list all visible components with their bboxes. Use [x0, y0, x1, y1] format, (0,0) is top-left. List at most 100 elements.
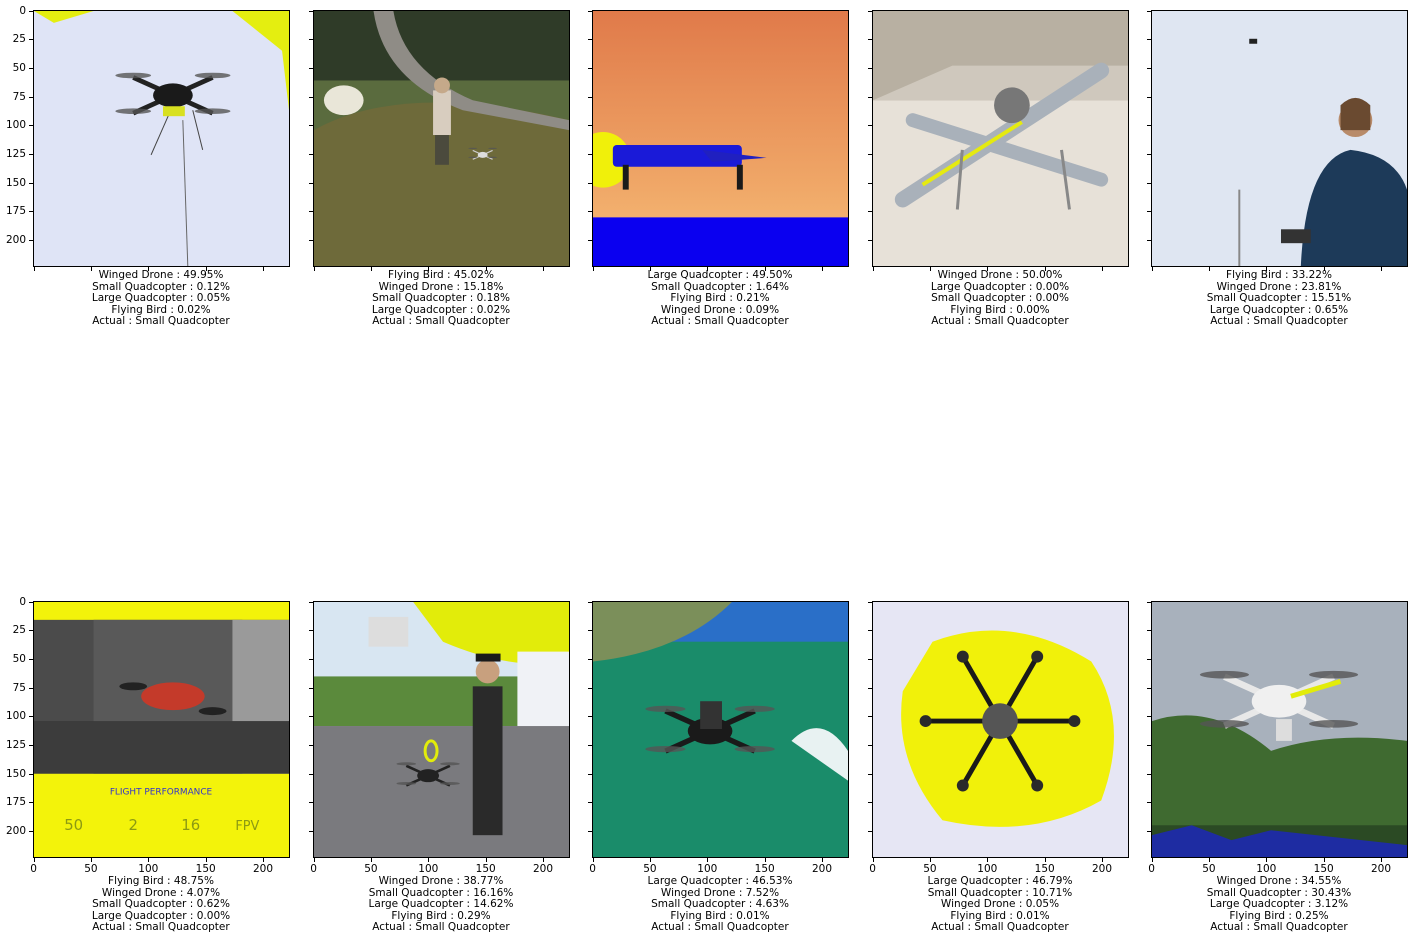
- y-tick: [309, 182, 313, 184]
- classified-image: FLIGHT PERFORMANCE 50 2 16 FPV: [33, 601, 290, 858]
- x-tick-label: 0: [1148, 863, 1155, 875]
- y-tick: [868, 153, 872, 155]
- y-tick-label: 200: [5, 825, 26, 838]
- x-tick: [1381, 858, 1383, 862]
- overlay-heading: FLIGHT PERFORMANCE: [110, 787, 213, 797]
- y-tick: [868, 125, 872, 127]
- y-tick: [309, 744, 313, 746]
- classified-image: [1151, 10, 1408, 267]
- x-tick-label: 150: [475, 863, 496, 875]
- y-tick-label: 125: [5, 738, 26, 751]
- y-tick: [868, 716, 872, 718]
- x-tick: [1102, 858, 1104, 862]
- drone-photo: [593, 602, 848, 857]
- y-tick: [1147, 67, 1151, 69]
- x-tick-label: 200: [1371, 863, 1392, 875]
- x-tick-label: 100: [1256, 863, 1277, 875]
- y-tick: [309, 773, 313, 775]
- prediction-caption: Large Quadcopter : 46.53% Winged Drone : …: [592, 875, 848, 934]
- prediction-caption: Flying Bird : 45.02% Winged Drone : 15.18…: [313, 269, 569, 328]
- x-tick-label: 100: [697, 863, 718, 875]
- y-tick: [868, 601, 872, 603]
- y-tick: [588, 39, 592, 41]
- y-tick: [29, 211, 33, 213]
- x-tick-label: 100: [977, 863, 998, 875]
- y-tick: [588, 744, 592, 746]
- y-tick: [309, 153, 313, 155]
- y-tick: [1147, 10, 1151, 12]
- y-tick: [1147, 125, 1151, 127]
- y-tick-label: 150: [5, 176, 26, 189]
- x-tick-label: 0: [869, 863, 876, 875]
- x-tick-label: 50: [84, 863, 98, 875]
- y-tick: [1147, 601, 1151, 603]
- y-tick-label: 25: [12, 33, 26, 46]
- x-tick-label: 100: [418, 863, 439, 875]
- x-tick: [370, 858, 372, 862]
- y-tick: [29, 601, 33, 603]
- y-tick: [588, 96, 592, 98]
- classified-image: [1151, 601, 1408, 858]
- y-tick: [309, 67, 313, 69]
- y-tick: [588, 10, 592, 12]
- prediction-line: Flying Bird : 48.75%: [108, 875, 214, 887]
- x-tick: [592, 858, 594, 862]
- y-tick: [29, 240, 33, 242]
- classified-image: [872, 601, 1129, 858]
- x-tick-label: 50: [364, 863, 378, 875]
- x-tick: [33, 858, 35, 862]
- y-tick: [588, 240, 592, 242]
- y-tick: [309, 802, 313, 804]
- x-tick: [872, 858, 874, 862]
- y-tick: [309, 10, 313, 12]
- y-tick: [29, 96, 33, 98]
- y-tick: [309, 831, 313, 833]
- y-tick: [588, 773, 592, 775]
- y-tick: [868, 67, 872, 69]
- classified-image: [33, 10, 290, 267]
- y-tick: [868, 96, 872, 98]
- drone-photo: [1152, 11, 1407, 266]
- drone-photo: [34, 11, 289, 266]
- y-tick: [1147, 39, 1151, 41]
- y-tick: [868, 802, 872, 804]
- y-tick: [588, 687, 592, 689]
- y-tick: [588, 831, 592, 833]
- x-tick: [1151, 858, 1153, 862]
- y-tick: [588, 802, 592, 804]
- y-tick: [588, 716, 592, 718]
- x-tick: [485, 858, 487, 862]
- y-tick-label: 75: [12, 681, 26, 694]
- prediction-line: Winged Drone : 38.77%: [378, 875, 504, 887]
- y-tick: [29, 687, 33, 689]
- y-tick: [1147, 773, 1151, 775]
- y-tick: [588, 658, 592, 660]
- drone-photo: [593, 11, 848, 266]
- prediction-caption: Large Quadcopter : 49.50% Small Quadcopte…: [592, 269, 848, 328]
- actual-label: Actual : Small Quadcopter: [931, 921, 1069, 934]
- y-tick: [588, 601, 592, 603]
- y-tick: [309, 125, 313, 127]
- y-tick-label: 200: [5, 234, 26, 247]
- y-tick: [1147, 182, 1151, 184]
- y-tick: [1147, 211, 1151, 213]
- prediction-line: Winged Drone : 50.00%: [937, 269, 1063, 281]
- actual-label: Actual : Small Quadcopter: [92, 315, 230, 328]
- y-tick: [588, 182, 592, 184]
- x-tick-label: 0: [589, 863, 596, 875]
- y-tick-label: 0: [19, 595, 26, 608]
- y-tick: [1147, 802, 1151, 804]
- x-tick-label: 200: [533, 863, 554, 875]
- y-tick: [868, 182, 872, 184]
- drone-photo: [873, 11, 1128, 266]
- x-tick-label: 150: [1313, 863, 1334, 875]
- x-tick: [90, 858, 92, 862]
- y-tick: [1147, 687, 1151, 689]
- prediction-line: Large Quadcopter : 46.79%: [927, 875, 1073, 887]
- y-tick: [868, 687, 872, 689]
- y-tick: [29, 182, 33, 184]
- prediction-caption: Winged Drone : 50.00% Large Quadcopter : …: [872, 269, 1128, 328]
- y-tick-label: 50: [12, 61, 26, 74]
- x-tick: [1044, 858, 1046, 862]
- y-tick-label: 125: [5, 147, 26, 160]
